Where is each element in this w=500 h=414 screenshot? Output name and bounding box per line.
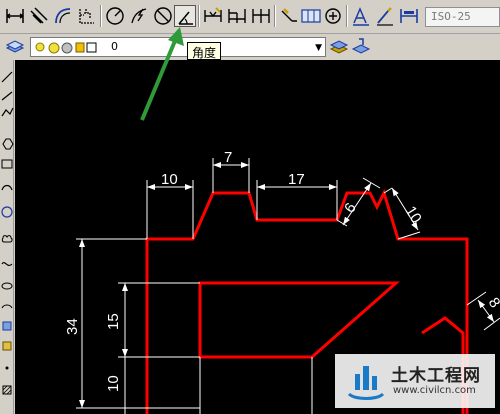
layer-manager-icon[interactable] (4, 36, 26, 58)
quick-leader-icon[interactable] (278, 5, 300, 27)
watermark: 土木工程网 www.civilcn.com (335, 354, 495, 408)
polygon-icon (2, 138, 14, 150)
aligned-dimension-icon[interactable] (28, 5, 50, 27)
insert-block-icon (2, 321, 12, 331)
dim-text-base-height: 10 (105, 375, 122, 392)
dimension-update-icon[interactable] (398, 5, 420, 27)
line-icon (1, 71, 13, 83)
baseline-dimension-icon[interactable] (226, 5, 248, 27)
quick-dimension-icon[interactable] (202, 5, 224, 27)
dim-text-right-slope: 8 (485, 295, 500, 312)
make-block-icon (2, 341, 12, 351)
ellipse-icon (1, 282, 13, 290)
tooltip: 角度 (187, 42, 222, 60)
radius-dimension-icon[interactable] (104, 5, 126, 27)
arc-icon (1, 184, 13, 191)
revision-cloud-icon (1, 235, 13, 243)
rectangle-icon (1, 159, 13, 169)
dim-text-height-total: 34 (64, 318, 81, 335)
arc-length-icon[interactable] (52, 5, 74, 27)
linear-dimension-icon[interactable] (4, 5, 26, 27)
layer-state-icons (35, 42, 97, 54)
ordinate-dimension-icon[interactable] (76, 5, 98, 27)
dim-text-boss-top: 7 (224, 149, 232, 166)
watermark-url: www.civilcn.com (393, 385, 476, 396)
dim-text-gap: 17 (288, 171, 305, 188)
hatch-icon (2, 385, 12, 395)
continue-dimension-icon[interactable] (250, 5, 272, 27)
make-layer-current-icon[interactable] (328, 36, 350, 58)
point-icon (5, 366, 9, 370)
draw-toolbar (0, 60, 14, 414)
dim-text-width-left: 10 (161, 171, 178, 188)
ellipse-arc-icon (1, 304, 13, 309)
layer-previous-icon[interactable] (350, 36, 372, 58)
layer-combo[interactable]: 0 ▼ (30, 37, 326, 57)
layer-toolbar: 0 ▼ (0, 35, 500, 59)
watermark-site-name: 土木工程网 (391, 366, 481, 386)
dim-text-chamfer: 10 (402, 203, 425, 226)
jogged-dimension-icon[interactable] (128, 5, 150, 27)
dim-text-slot-width: 6 (341, 200, 360, 216)
dim-text-slot-height: 15 (105, 313, 122, 330)
center-mark-icon[interactable] (322, 5, 344, 27)
civilcn-logo-icon (347, 366, 385, 400)
construction-line-icon (1, 91, 13, 101)
circle-icon (1, 206, 13, 218)
dimension-style-combo[interactable]: ISO-25 (425, 7, 500, 27)
spline-icon (1, 262, 13, 267)
angular-dimension-icon[interactable] (174, 5, 196, 27)
dimension-text-edit-icon[interactable] (374, 5, 396, 27)
tolerance-icon[interactable] (300, 5, 322, 27)
chevron-down-icon[interactable]: ▼ (315, 43, 322, 53)
current-layer-name: 0 (111, 40, 118, 53)
dimension-toolbar: ISO-25 (0, 0, 500, 34)
polyline-icon (1, 107, 14, 117)
diameter-dimension-icon[interactable] (152, 5, 174, 27)
dimension-edit-icon[interactable] (350, 5, 372, 27)
